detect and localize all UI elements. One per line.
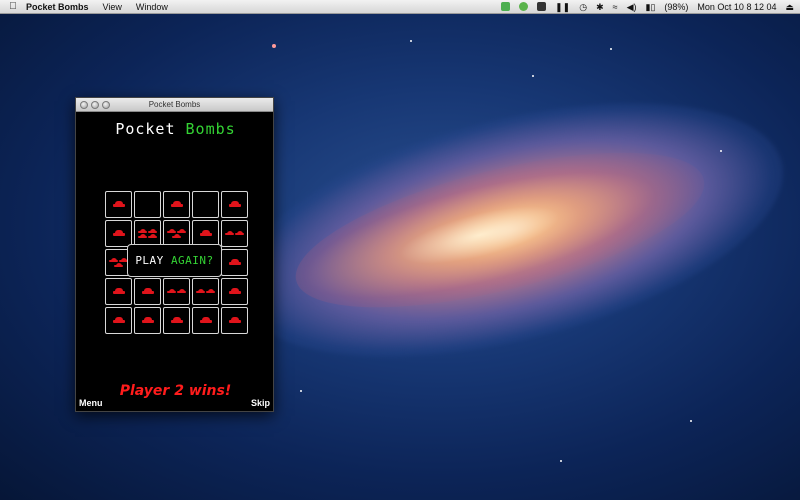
board-cell[interactable] — [105, 220, 132, 247]
board-cell[interactable] — [134, 278, 161, 305]
bomb-icon — [172, 233, 181, 239]
menu-app-name[interactable]: Pocket Bombs — [26, 2, 89, 12]
winner-message: Player 2 wins! — [119, 383, 232, 399]
board-cell[interactable] — [221, 307, 248, 334]
bomb-icon — [141, 317, 154, 324]
close-button[interactable] — [80, 101, 88, 109]
bomb-icon — [167, 289, 176, 294]
pocket-bombs-window: Pocket Bombs Pocket Bombs PLAY AGAIN? Pl… — [75, 97, 274, 412]
board-cell[interactable] — [134, 191, 161, 218]
bomb-icon — [112, 288, 125, 295]
window-title: Pocket Bombs — [148, 100, 201, 109]
menu-button[interactable]: Menu — [79, 398, 103, 408]
apple-menu-icon[interactable]:  — [0, 1, 26, 12]
board-cell[interactable] — [192, 278, 219, 305]
bomb-icon — [114, 262, 123, 268]
play-again-word-play: PLAY — [135, 254, 164, 267]
board-cell[interactable] — [105, 191, 132, 218]
bomb-icon — [112, 317, 125, 324]
board-cell[interactable] — [134, 220, 161, 247]
board-cell[interactable] — [221, 278, 248, 305]
star — [690, 420, 692, 422]
menu-window[interactable]: Window — [136, 2, 168, 12]
logo-word-pocket: Pocket — [115, 120, 176, 138]
star — [300, 390, 302, 392]
window-titlebar[interactable]: Pocket Bombs — [76, 98, 273, 112]
skip-button[interactable]: Skip — [251, 398, 270, 408]
app-icon[interactable] — [519, 2, 529, 11]
bomb-icon — [228, 288, 241, 295]
pause-icon[interactable]: ❚❚ — [555, 0, 570, 14]
b-icon[interactable] — [537, 2, 547, 11]
bomb-icon — [199, 317, 212, 324]
board-cell[interactable] — [105, 278, 132, 305]
volume-icon[interactable]: ◀) — [627, 0, 637, 14]
bomb-icon — [170, 317, 183, 324]
board-cell[interactable] — [192, 307, 219, 334]
game-logo: Pocket Bombs — [76, 120, 275, 138]
bomb-icon — [235, 231, 244, 236]
battery-icon[interactable]: ▮▯ — [646, 0, 656, 14]
bluetooth-icon[interactable]: ✱ — [596, 0, 604, 14]
evernote-icon[interactable] — [501, 2, 511, 11]
star — [532, 75, 534, 77]
wifi-icon[interactable]: ≈ — [613, 0, 618, 14]
play-again-word-again: AGAIN? — [170, 254, 214, 267]
star — [560, 460, 562, 462]
star — [610, 48, 612, 50]
bomb-icon — [196, 289, 205, 294]
eject-icon[interactable]: ⏏ — [785, 0, 794, 14]
star — [720, 150, 722, 152]
bomb-icon — [112, 230, 125, 237]
minimize-button[interactable] — [91, 101, 99, 109]
clock[interactable]: Mon Oct 10 8 12 04 — [697, 0, 776, 14]
bomb-icon — [228, 259, 241, 266]
board-cell[interactable] — [134, 307, 161, 334]
logo-word-bombs: Bombs — [185, 120, 236, 138]
bomb-icon — [206, 289, 215, 294]
window-controls — [80, 101, 110, 109]
bomb-icon — [170, 201, 183, 208]
board-cell[interactable] — [221, 220, 248, 247]
menu-bar:  Pocket Bombs View Window ❚❚ ◷ ✱ ≈ ◀) ▮… — [0, 0, 800, 14]
bomb-icon — [177, 289, 186, 294]
board-cell[interactable] — [105, 307, 132, 334]
battery-percent: (98%) — [664, 1, 689, 12]
board-cell[interactable] — [221, 249, 248, 276]
bomb-icon — [112, 201, 125, 208]
time-machine-icon[interactable]: ◷ — [579, 0, 587, 14]
bomb-icon — [228, 201, 241, 208]
star — [410, 40, 412, 42]
board-cell[interactable] — [163, 191, 190, 218]
bomb-icon — [228, 317, 241, 324]
star — [272, 44, 276, 48]
bomb-icon — [138, 233, 147, 239]
bomb-icon — [199, 230, 212, 237]
zoom-button[interactable] — [102, 101, 110, 109]
status-area: ❚❚ ◷ ✱ ≈ ◀) ▮▯ (98%) Mon Oct 10 8 12 04 … — [501, 0, 800, 14]
board-cell[interactable] — [163, 278, 190, 305]
play-again-button[interactable]: PLAY AGAIN? — [127, 244, 222, 277]
board-cell[interactable] — [163, 220, 190, 247]
board-cell[interactable] — [163, 307, 190, 334]
bomb-icon — [141, 288, 154, 295]
board-cell[interactable] — [192, 220, 219, 247]
menu-view[interactable]: View — [103, 2, 122, 12]
bomb-icon — [225, 231, 234, 236]
board-cell[interactable] — [192, 191, 219, 218]
board-cell[interactable] — [221, 191, 248, 218]
bomb-icon — [148, 233, 157, 239]
